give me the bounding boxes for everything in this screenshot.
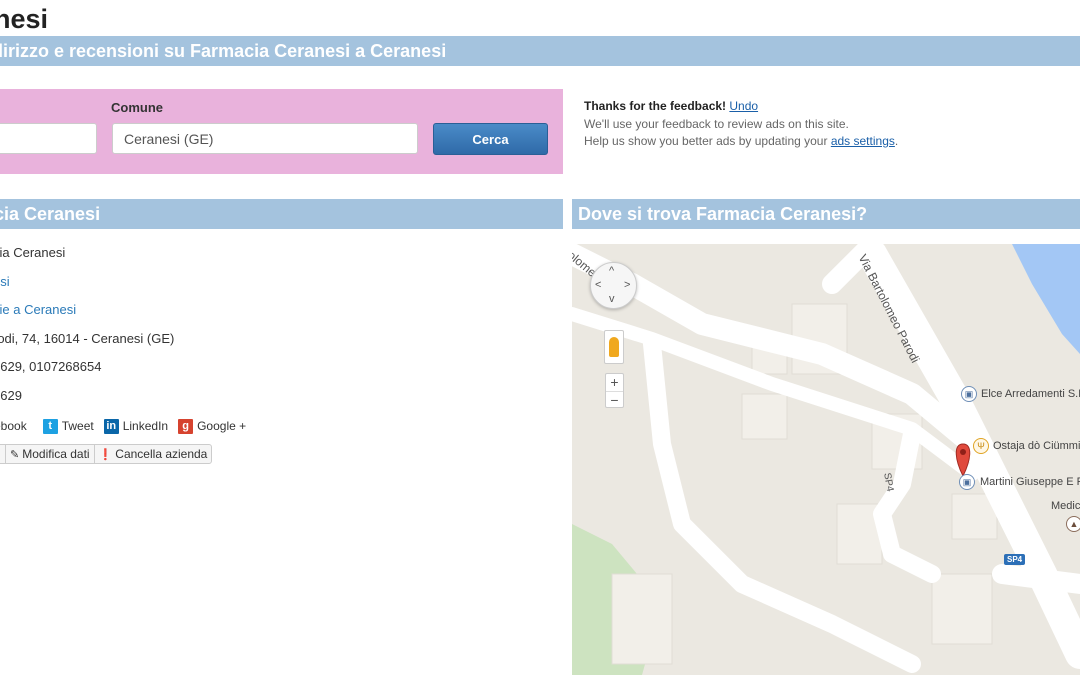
search-input[interactable] bbox=[0, 123, 97, 154]
road-east bbox=[992, 564, 1080, 594]
edit-button[interactable]: ✎ Modifica dati bbox=[5, 445, 94, 463]
feedback-thanks: Thanks for the feedback! bbox=[584, 99, 727, 113]
feedback-line: We'll use your feedback to review ads on… bbox=[584, 116, 849, 131]
shop-icon: ▣ bbox=[961, 386, 977, 402]
share-linkedin[interactable]: in LinkedIn bbox=[103, 418, 168, 434]
comune-input[interactable] bbox=[112, 123, 418, 154]
page-title: nesi bbox=[0, 4, 49, 34]
detail-address-text: rodi, 74, 16014 - Ceranesi (GE) bbox=[0, 330, 175, 346]
pencil-icon: ✎ bbox=[10, 448, 20, 461]
poi-label[interactable]: Elce Arredamenti S.P. bbox=[981, 388, 1080, 400]
map[interactable]: olomeo Via Bartolomeo Parodi SP4 SP4 ^ <… bbox=[572, 244, 1080, 675]
map-title: Dove si trova Farmacia Ceranesi? bbox=[578, 204, 868, 224]
zoom-out-button[interactable]: − bbox=[606, 391, 623, 408]
cerca-button[interactable]: Cerca bbox=[433, 123, 548, 155]
pan-down-icon[interactable]: v bbox=[609, 294, 615, 305]
linkedin-icon: in bbox=[103, 418, 119, 434]
business-actions: ✎ Modifica dati ❗ Cancella azienda bbox=[0, 444, 213, 464]
detail-category-text[interactable]: cie a Ceranesi bbox=[0, 302, 76, 317]
zoom-control[interactable]: + − bbox=[605, 373, 624, 408]
undo-link[interactable]: Undo bbox=[729, 99, 758, 113]
share-google[interactable]: g Google + bbox=[178, 418, 246, 434]
share-bar: ebook t Tweet in LinkedIn gGoogle + bbox=[0, 416, 256, 436]
delete-label[interactable]: Cancella azienda bbox=[115, 447, 207, 461]
shop-icon: ▣ bbox=[959, 474, 975, 490]
share-facebook-label[interactable]: ebook bbox=[0, 419, 27, 433]
exclamation-icon: ❗ bbox=[98, 448, 113, 461]
zoom-in-button[interactable]: + bbox=[606, 374, 623, 391]
detail-phone-text: 0629, 0107268654 bbox=[0, 359, 102, 374]
detail-city-link[interactable]: esi bbox=[0, 270, 560, 299]
building bbox=[931, 573, 993, 645]
detail-fax-text: 0629 bbox=[0, 387, 22, 403]
school-icon: ▲ bbox=[1066, 516, 1080, 532]
details-title: cia Ceranesi bbox=[0, 204, 101, 224]
building bbox=[741, 393, 788, 440]
share-google-label[interactable]: Google + bbox=[197, 419, 246, 433]
poi-label[interactable]: Martini Giuseppe E Fi bbox=[980, 476, 1080, 488]
map-canvas bbox=[572, 244, 1080, 675]
page-subtitle: dirizzo e recensioni su Farmacia Ceranes… bbox=[0, 41, 447, 61]
restaurant-icon: Ψ bbox=[973, 438, 989, 454]
street-view-pegman[interactable] bbox=[604, 330, 624, 364]
poi-label[interactable]: Ostaja dò Ciümmin bbox=[993, 440, 1080, 452]
ads-settings-link[interactable]: ads settings bbox=[831, 134, 895, 148]
pegman-icon bbox=[609, 337, 619, 357]
detail-category-link[interactable]: cie a Ceranesi bbox=[0, 298, 560, 327]
business-details: cia Ceranesi esi cie a Ceranesi rodi, 74… bbox=[0, 241, 560, 412]
search-form: Comune Cerca bbox=[0, 89, 563, 174]
pan-left-icon[interactable]: < bbox=[595, 280, 601, 291]
page-subtitle-band: dirizzo e recensioni su Farmacia Ceranes… bbox=[0, 36, 1080, 66]
feedback-line-suffix: . bbox=[894, 134, 899, 148]
pan-control[interactable]: ^ < > v bbox=[590, 262, 637, 309]
share-facebook[interactable]: ebook bbox=[0, 419, 27, 433]
river bbox=[1012, 244, 1080, 354]
details-band: cia Ceranesi bbox=[0, 199, 563, 229]
pan-right-icon[interactable]: > bbox=[624, 280, 630, 291]
share-linkedin-label[interactable]: LinkedIn bbox=[123, 419, 168, 433]
detail-phone: 0629, 0107268654 bbox=[0, 355, 560, 384]
share-twitter-label[interactable]: Tweet bbox=[62, 419, 94, 433]
poi-label[interactable]: Medic bbox=[1051, 500, 1080, 512]
detail-address: rodi, 74, 16014 - Ceranesi (GE) bbox=[0, 327, 560, 356]
road-shield-sp4: SP4 bbox=[1004, 554, 1026, 565]
share-twitter[interactable]: t Tweet bbox=[42, 418, 94, 434]
detail-fax: 0629 bbox=[0, 384, 560, 413]
pan-up-icon[interactable]: ^ bbox=[609, 266, 614, 277]
detail-name: cia Ceranesi bbox=[0, 241, 560, 270]
feedback-line-prefix: Help us show you better ads by updating … bbox=[584, 134, 828, 148]
twitter-icon: t bbox=[42, 418, 58, 434]
edit-label[interactable]: Modifica dati bbox=[22, 447, 89, 461]
building bbox=[611, 573, 673, 665]
delete-button[interactable]: ❗ Cancella azienda bbox=[93, 445, 212, 463]
ad-feedback: Thanks for the feedback! Undo We'll use … bbox=[584, 98, 898, 151]
detail-name-text: cia Ceranesi bbox=[0, 245, 66, 260]
map-band: Dove si trova Farmacia Ceranesi? bbox=[572, 199, 1080, 229]
detail-city-text[interactable]: esi bbox=[0, 274, 10, 289]
google-plus-icon: g bbox=[178, 418, 194, 434]
comune-label: Comune bbox=[111, 100, 163, 115]
